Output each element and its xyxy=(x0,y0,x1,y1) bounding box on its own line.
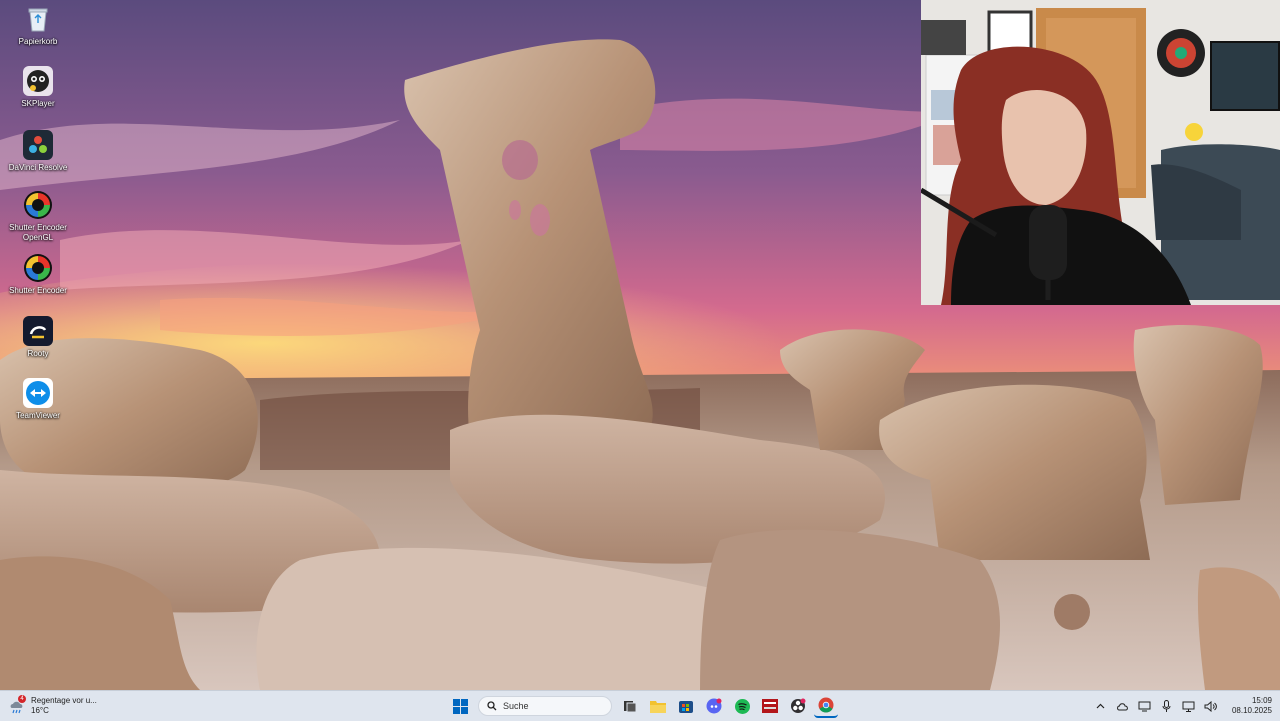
task-view-button[interactable] xyxy=(618,694,642,718)
clock[interactable]: 15:09 08.10.2025 xyxy=(1232,696,1272,716)
discord-icon xyxy=(706,698,722,714)
chrome-icon xyxy=(818,697,834,713)
discord-button[interactable] xyxy=(702,694,726,718)
desktop-icon-label: Shutter Encoder xyxy=(9,286,67,295)
spotify-icon xyxy=(734,698,750,714)
desktop-icon-shutter-encoder-opengl[interactable]: Shutter Encoder OpenGL xyxy=(2,190,74,243)
chevron-up-icon xyxy=(1097,703,1105,709)
desktop-icon-label: Rooty xyxy=(27,349,49,358)
clock-time: 15:09 xyxy=(1251,696,1272,705)
taskbar-center: Suche xyxy=(448,694,838,718)
task-view-icon xyxy=(624,701,637,713)
desktop-icon-davinci-resolve[interactable]: DaVinci Resolve xyxy=(2,130,74,173)
store-icon xyxy=(679,701,693,713)
search-placeholder: Suche xyxy=(503,701,529,711)
clock-date: 08.10.2025 xyxy=(1231,706,1272,715)
desktop-icon-label: Papierkorb xyxy=(18,37,58,46)
desktop-icon-teamviewer[interactable]: TeamViewer xyxy=(2,378,74,421)
chrome-button[interactable] xyxy=(814,694,838,718)
desktop-icon-label: DaVinci Resolve xyxy=(8,163,68,172)
weather-icon: 4 xyxy=(8,695,26,715)
skplayer-icon xyxy=(23,66,53,96)
davinci-resolve-icon xyxy=(23,130,53,160)
search-icon xyxy=(487,701,497,711)
desktop-icon-skplayer[interactable]: SKPlayer xyxy=(2,66,74,109)
microphone-tray-button[interactable] xyxy=(1160,699,1174,713)
obs-icon xyxy=(791,698,806,713)
spotify-button[interactable] xyxy=(730,694,754,718)
desktop-icon-shutter-encoder[interactable]: Shutter Encoder xyxy=(2,253,74,296)
voicemeeter-button[interactable] xyxy=(758,694,782,718)
start-button[interactable] xyxy=(448,694,472,718)
rooty-icon xyxy=(23,316,53,346)
start-icon xyxy=(452,698,468,714)
teamviewer-icon xyxy=(23,378,53,408)
desktop-icon-label: TeamViewer xyxy=(16,411,60,420)
system-tray: 15:09 08.10.2025 xyxy=(1094,694,1272,718)
shutter-encoder-icon xyxy=(23,190,53,220)
taskbar: 4 Regentage vor u... 16°C Suche 15:09 08… xyxy=(0,690,1280,721)
notification-badge: 4 xyxy=(18,695,26,703)
network-icon xyxy=(1138,701,1151,711)
weather-widget[interactable]: 4 Regentage vor u... 16°C xyxy=(8,695,97,717)
webcam-overlay xyxy=(921,0,1280,305)
webcam-feed xyxy=(921,0,1280,305)
store-button[interactable] xyxy=(674,694,698,718)
cloud-icon xyxy=(1117,702,1129,710)
desktop-icon-rooty[interactable]: Rooty xyxy=(2,316,74,359)
tray-overflow-button[interactable] xyxy=(1094,699,1108,713)
voicemeeter-icon xyxy=(762,699,778,713)
file-explorer-icon xyxy=(650,701,666,713)
desktop-icon-label: Shutter Encoder OpenGL xyxy=(9,223,67,242)
obs-button[interactable] xyxy=(786,694,810,718)
desktop-icon-label: SKPlayer xyxy=(21,99,55,108)
weather-temp: 16°C xyxy=(31,706,49,715)
weather-text: Regentage vor u... xyxy=(31,696,97,705)
desktop-icon-recycle-bin[interactable]: Papierkorb xyxy=(2,4,74,47)
shutter-encoder-icon xyxy=(23,253,53,283)
microphone-icon xyxy=(1162,700,1171,712)
network-tray-button[interactable] xyxy=(1138,699,1152,713)
search-box[interactable]: Suche xyxy=(478,696,612,716)
volume-tray-button[interactable] xyxy=(1204,699,1218,713)
display-tray-button[interactable] xyxy=(1182,699,1196,713)
cloud-tray-button[interactable] xyxy=(1116,699,1130,713)
speaker-icon xyxy=(1204,700,1218,712)
display-icon xyxy=(1182,701,1195,712)
file-explorer-button[interactable] xyxy=(646,694,670,718)
recycle-bin-icon xyxy=(23,4,53,34)
